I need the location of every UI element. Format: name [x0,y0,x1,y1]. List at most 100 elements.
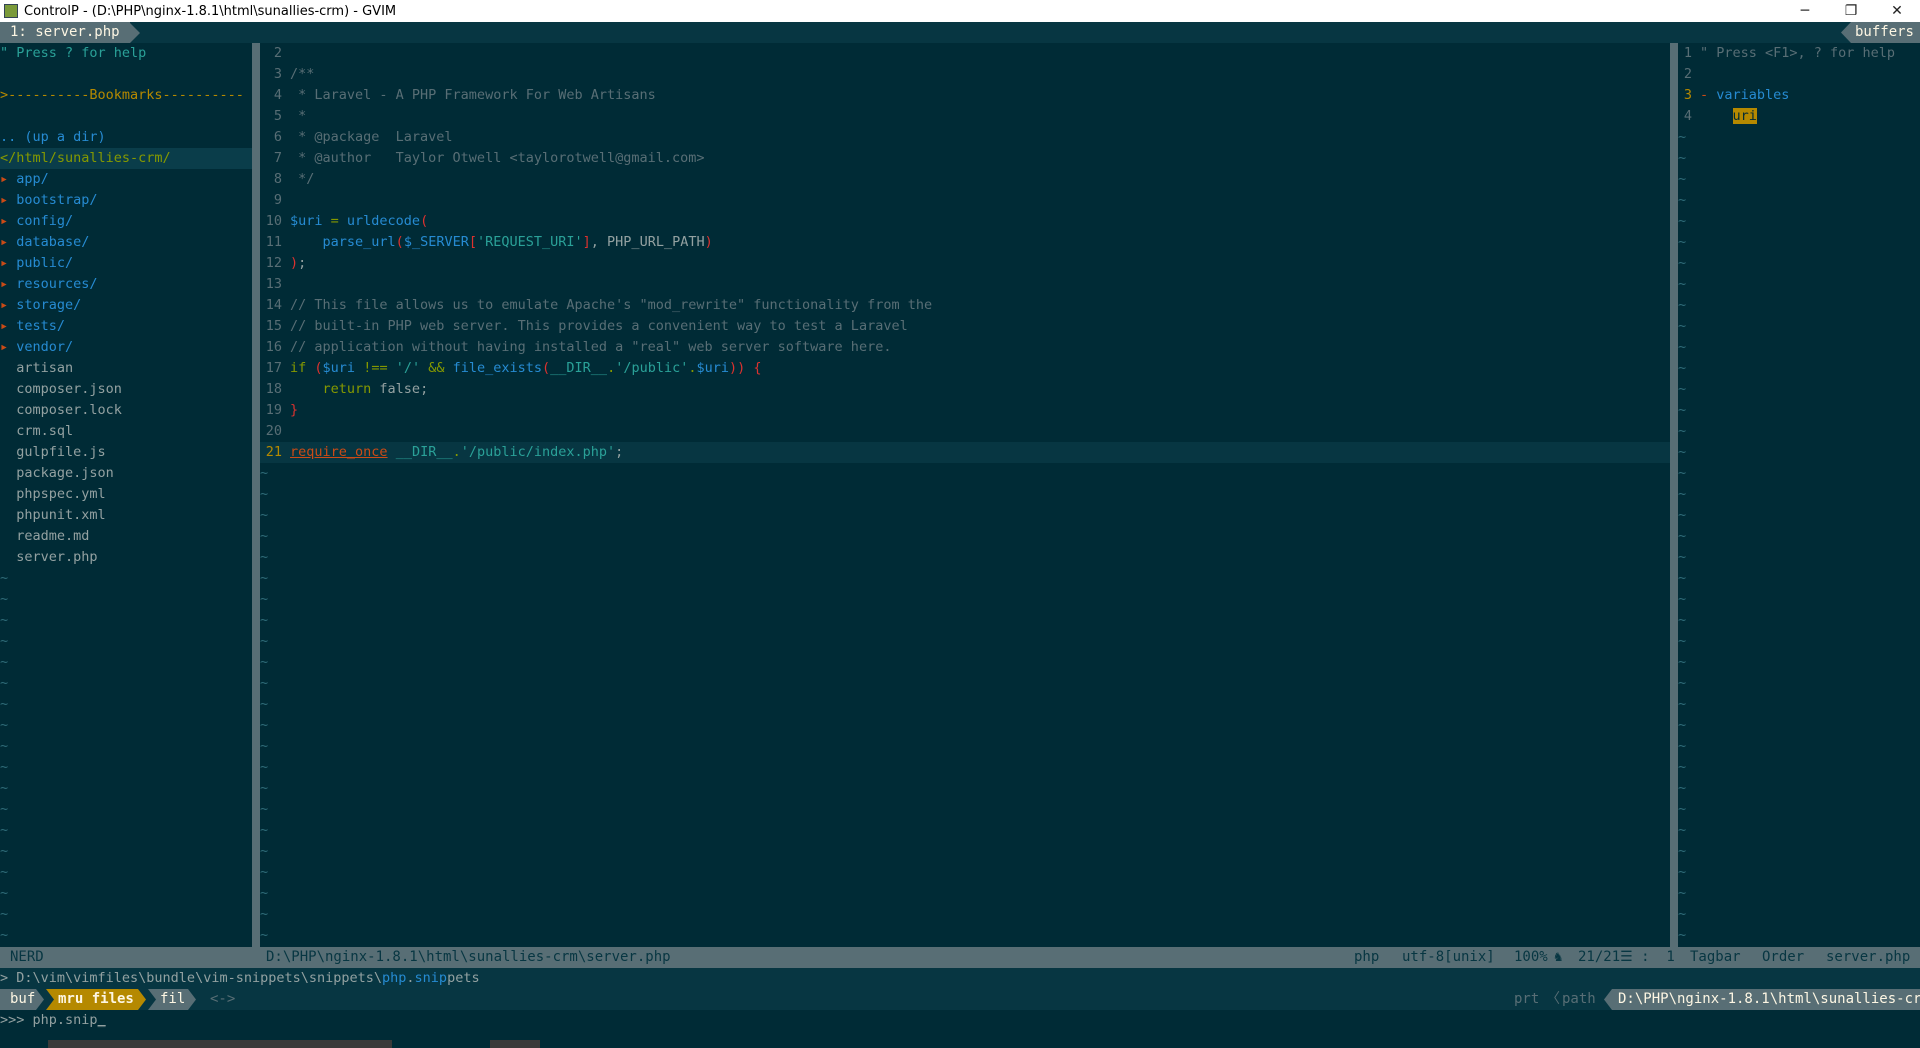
code-line[interactable]: 18 return false; [260,379,1670,400]
code-line[interactable]: 12); [260,253,1670,274]
code-line[interactable]: 5 * [260,106,1670,127]
code-line[interactable]: 16 // application without having installe… [260,337,1670,358]
code-token: return [322,381,372,397]
horizontal-scrollbar-thumb[interactable] [490,1040,540,1048]
code-token: ; [298,255,307,271]
tagbar-pane[interactable]: 1 " Press <F1>, ? for help 2 3- variables 4 … [1678,43,1920,947]
nerdtree-file-item[interactable]: phpunit.xml [0,505,252,526]
close-button[interactable]: ✕ [1874,0,1920,22]
nerdtree-file-item[interactable]: readme.md [0,526,252,547]
code-token: ( [542,360,551,376]
tagbar-line[interactable]: 4 uri [1678,106,1920,127]
nerdtree-dir-item[interactable]: ▸ app/ [0,169,252,190]
nerdtree-dir-item[interactable]: ▸ tests/ [0,316,252,337]
nerdtree-file-item[interactable]: package.json [0,463,252,484]
code-line[interactable]: 20 [260,421,1670,442]
tagbar-line[interactable]: 1 " Press <F1>, ? for help [1678,43,1920,64]
nerdtree-dir-item[interactable]: ▸ storage/ [0,295,252,316]
empty-line-tilde: ~ [260,843,269,859]
nerdtree-help: " Press ? for help [0,45,147,61]
folder-arrow-icon: ▸ [0,192,9,208]
nerdtree-up-dir[interactable]: .. (up a dir) [0,127,252,148]
nerdtree-dir-item[interactable]: ▸ vendor/ [0,337,252,358]
code-token: require_once [290,444,388,460]
nerdtree-file-item[interactable]: server.php [0,547,252,568]
nerdtree-file-item[interactable]: composer.lock [0,400,252,421]
nerdtree-dir-item[interactable]: ▸ public/ [0,253,252,274]
nerdtree-file-label: package.json [16,465,114,481]
code-token: $uri [696,360,730,376]
empty-line-tilde: ~ [1678,192,1687,208]
tagbar-line[interactable]: 3- variables [1678,85,1920,106]
nerdtree-cwd[interactable]: </html/sunallies-crm/ [0,148,252,169]
minimize-button[interactable]: ─ [1782,0,1828,22]
chevron-left-icon: 〈 [1546,991,1560,1007]
code-line[interactable]: 14 // This file allows us to emulate Apac… [260,295,1670,316]
line-number: 16 [265,339,282,355]
vertical-split-separator[interactable] [252,43,260,947]
code-line[interactable]: 17 if ($uri !== '/' && file_exists(__DIR_… [260,358,1670,379]
restore-button[interactable]: ❐ [1828,0,1874,22]
empty-line-tilde: ~ [0,780,9,796]
code-token: '/public' [615,360,689,376]
prompt-text[interactable]: >>> php.snip [0,1012,98,1028]
empty-line-tilde: ~ [1678,234,1687,250]
code-token: 'REQUEST_URI' [476,234,583,250]
code-token: && [420,360,453,376]
line-number: 17 [265,360,282,376]
code-line[interactable]: 4 * Laravel - A PHP Framework For Web Ar… [260,85,1670,106]
nerdtree-file-item[interactable]: gulpfile.js [0,442,252,463]
nerdtree-file-item[interactable]: crm.sql [0,421,252,442]
folder-arrow-icon: ▸ [0,276,9,292]
code-line[interactable]: 9 [260,190,1670,211]
line-number: 15 [265,318,282,334]
code-line[interactable]: 13 [260,274,1670,295]
match-suffix: pets [447,970,480,986]
nerdtree-file-item[interactable]: artisan [0,358,252,379]
code-line[interactable]: 21 require_once __DIR__.'/public/index.ph… [260,442,1670,463]
tagbar-line[interactable]: 2 [1678,64,1920,85]
nerdtree-dir-item[interactable]: ▸ config/ [0,211,252,232]
code-line[interactable]: 19} [260,400,1670,421]
nerdtree-dir-item[interactable]: ▸ database/ [0,232,252,253]
code-line[interactable]: 10 $uri = urldecode( [260,211,1670,232]
nerdtree-bookmarks-header: >----------Bookmarks---------- [0,87,244,103]
editor-pane[interactable]: 2 3 /** 4 * Laravel - A PHP Framework For W… [260,43,1670,947]
empty-line-tilde: ~ [260,885,269,901]
window-titlebar: ControlP - (D:\PHP\nginx-1.8.1\html\suna… [0,0,1920,22]
nerdtree-file-item[interactable]: composer.json [0,379,252,400]
ctrlp-fil-mode[interactable]: fil [148,989,196,1010]
fold-toggle-icon[interactable]: - [1700,87,1716,103]
code-token: $_SERVER [403,234,469,250]
nerdtree-file-item[interactable]: phpspec.yml [0,484,252,505]
ctrlp-prt-label: prt [1514,991,1540,1007]
ctrlp-working-dir: D:\PHP\nginx-1.8.1\html\sunallies-crm [1604,989,1920,1010]
ctrlp-mru-mode[interactable]: mru files [46,989,146,1010]
code-line[interactable]: 6 * @package Laravel [260,127,1670,148]
ctrlp-path-label: path [1562,991,1596,1007]
code-line[interactable]: 15 // built-in PHP web server. This provi… [260,316,1670,337]
code-line[interactable]: 3 /** [260,64,1670,85]
tagbar-tag-uri[interactable]: uri [1732,108,1757,124]
code-line[interactable]: 11 parse_url($_SERVER['REQUEST_URI'], PH… [260,232,1670,253]
ctrlp-match-line[interactable]: > D:\vim\vimfiles\bundle\vim-snippets\sn… [0,968,1920,989]
code-line[interactable]: 8 */ [260,169,1670,190]
tagbar-kind-variables[interactable]: variables [1716,87,1789,103]
ctrlp-prompt[interactable]: >>> php.snip_ [0,1010,1920,1031]
vertical-split-separator[interactable] [1670,43,1678,947]
code-token: ( [420,213,429,229]
empty-line-tilde: ~ [1678,549,1687,565]
tab-separator-arrow [129,22,140,43]
code-line[interactable]: 7 * @author Taylor Otwell <taylorotwell@… [260,148,1670,169]
nerdtree-pane[interactable]: " Press ? for help >----------Bookmarks--… [0,43,252,947]
tab-server-php[interactable]: 1: server.php [0,22,130,43]
horizontal-scrollbar-thumb[interactable] [48,1040,392,1048]
nerdtree-dir-item[interactable]: ▸ resources/ [0,274,252,295]
folder-arrow-icon: ▸ [0,297,9,313]
line-number: 6 [273,129,282,145]
code-line[interactable]: 2 [260,43,1670,64]
code-token: urldecode [346,213,421,229]
nerdtree-dir-item[interactable]: ▸ bootstrap/ [0,190,252,211]
ctrlp-buf-mode[interactable]: buf [0,989,44,1010]
code-token: $uri [290,213,323,229]
